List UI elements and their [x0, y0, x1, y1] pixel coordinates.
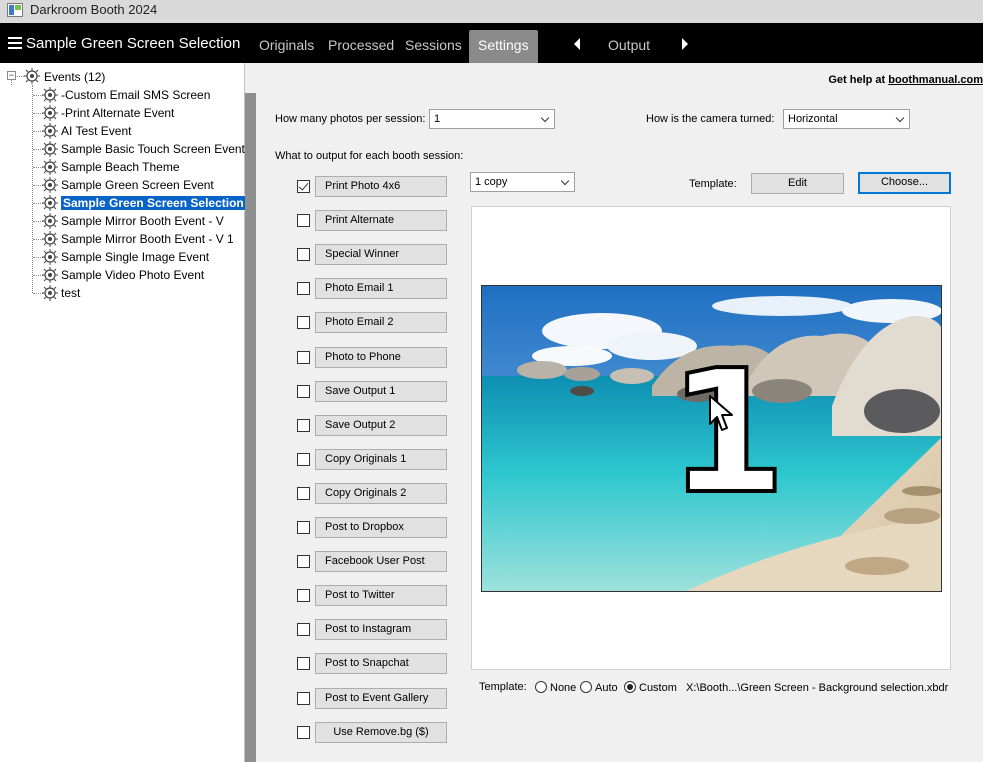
- help-strip: Get help at boothmanual.com: [245, 63, 983, 93]
- tree-event-item[interactable]: Sample Mirror Booth Event - V: [61, 212, 224, 230]
- output-settings-button[interactable]: Post to Instagram: [315, 619, 447, 641]
- output-checkbox[interactable]: [297, 691, 310, 705]
- template-auto-radio[interactable]: [580, 681, 592, 693]
- output-settings-panel: How many photos per session: 1 How is th…: [256, 93, 983, 762]
- output-checkbox[interactable]: [297, 452, 310, 466]
- output-checkbox[interactable]: [297, 555, 310, 569]
- help-link[interactable]: boothmanual.com: [888, 74, 983, 86]
- photos-per-session-label: How many photos per session:: [275, 113, 426, 125]
- copies-select[interactable]: 1 copy: [470, 172, 575, 192]
- template-auto-label: Auto: [595, 682, 618, 694]
- output-settings-button[interactable]: Special Winner: [315, 244, 447, 266]
- photos-per-session-select[interactable]: 1: [429, 109, 555, 129]
- settings-page-title: Output: [608, 37, 651, 53]
- output-checkbox[interactable]: [297, 214, 310, 228]
- tree-collapse-toggle[interactable]: −: [7, 71, 16, 80]
- template-custom-radio[interactable]: [624, 681, 636, 693]
- main-navbar: Sample Green Screen Selection Originals …: [0, 23, 983, 63]
- chevron-down-icon: [895, 113, 905, 123]
- tree-event-item[interactable]: -Print Alternate Event: [61, 104, 174, 122]
- tree-event-item[interactable]: Sample Green Screen Selection: [60, 194, 247, 212]
- output-settings-button[interactable]: Post to Event Gallery: [315, 687, 447, 709]
- template-file-path: X:\Booth...\Green Screen - Background se…: [686, 682, 949, 694]
- output-checkbox[interactable]: [297, 521, 310, 534]
- output-checkbox[interactable]: [297, 384, 310, 398]
- output-checkbox[interactable]: [297, 623, 310, 637]
- camera-orientation-select[interactable]: Horizontal: [783, 109, 910, 129]
- output-checkbox[interactable]: [297, 316, 310, 330]
- output-settings-button[interactable]: Post to Dropbox: [315, 517, 447, 538]
- chevron-down-icon: [560, 176, 570, 186]
- template-none-radio[interactable]: [535, 681, 547, 693]
- template-none-label: None: [550, 682, 577, 694]
- tree-event-item[interactable]: Sample Video Photo Event: [61, 266, 204, 284]
- camera-turned-label: How is the camera turned:: [646, 113, 775, 125]
- output-settings-button[interactable]: Save Output 1: [315, 380, 447, 402]
- output-checkbox[interactable]: [297, 725, 310, 739]
- output-settings-button[interactable]: Facebook User Post: [315, 551, 447, 573]
- output-checkbox[interactable]: [297, 350, 310, 364]
- output-checkbox[interactable]: [297, 589, 310, 603]
- tab-settings[interactable]: Settings: [469, 30, 538, 63]
- output-settings-button[interactable]: Photo Email 2: [315, 312, 447, 334]
- template-custom-label: Custom: [639, 682, 677, 694]
- tree-event-item[interactable]: Sample Single Image Event: [61, 248, 209, 266]
- tree-event-item[interactable]: Sample Mirror Booth Event - V 1: [61, 230, 234, 248]
- output-settings-button[interactable]: Save Output 2: [315, 414, 447, 436]
- tab-sessions[interactable]: Sessions: [405, 37, 462, 53]
- current-event-name: Sample Green Screen Selection: [26, 35, 241, 52]
- output-settings-button[interactable]: Copy Originals 1: [315, 448, 447, 470]
- output-checkbox[interactable]: [297, 248, 310, 262]
- output-heading: What to output for each booth session:: [275, 150, 464, 162]
- mouse-cursor-icon: [709, 395, 733, 431]
- output-settings-button[interactable]: Copy Originals 2: [315, 482, 447, 504]
- output-checkbox[interactable]: [297, 418, 310, 432]
- template-mode-label: Template:: [479, 681, 527, 693]
- output-settings-button[interactable]: Use Remove.bg ($): [315, 721, 447, 743]
- tab-processed[interactable]: Processed: [328, 37, 394, 53]
- camera-flash-icon: [24, 68, 40, 84]
- output-settings-button[interactable]: Photo to Phone: [315, 346, 447, 368]
- window-titlebar: Darkroom Booth 2024: [0, 0, 983, 23]
- output-checkbox[interactable]: [297, 486, 310, 500]
- tree-root-events[interactable]: Events (12): [44, 68, 105, 86]
- edit-template-button[interactable]: Edit: [751, 173, 844, 194]
- output-settings-button[interactable]: Print Alternate: [315, 210, 447, 232]
- tab-originals[interactable]: Originals: [259, 37, 314, 53]
- tree-event-item[interactable]: -Custom Email SMS Screen: [61, 86, 210, 104]
- output-settings-button[interactable]: Photo Email 1: [315, 278, 447, 300]
- help-text: Get help at boothmanual.com: [828, 74, 983, 86]
- app-icon: [7, 3, 23, 17]
- choose-template-button[interactable]: Choose...: [858, 172, 951, 194]
- tree-event-item[interactable]: Sample Basic Touch Screen Event: [61, 140, 245, 158]
- tree-event-item[interactable]: Sample Green Screen Event: [61, 176, 214, 194]
- output-settings-button[interactable]: Post to Snapchat: [315, 653, 447, 675]
- chevron-down-icon: [540, 113, 550, 123]
- output-settings-button[interactable]: Post to Twitter: [315, 585, 447, 607]
- tree-event-item[interactable]: test: [61, 284, 80, 302]
- next-page-arrow-icon[interactable]: [682, 38, 688, 50]
- tree-event-item[interactable]: Sample Beach Theme: [61, 158, 180, 176]
- previous-page-arrow-icon[interactable]: [574, 38, 580, 50]
- beach-background-image: 1: [481, 285, 942, 592]
- window-title: Darkroom Booth 2024: [30, 2, 158, 17]
- output-settings-button[interactable]: Print Photo 4x6: [315, 176, 447, 197]
- event-tree: − Events (12) -Custom Email SMS Screen -P…: [0, 63, 247, 762]
- template-label: Template:: [689, 178, 737, 190]
- output-checkbox[interactable]: [297, 657, 310, 671]
- template-preview: 1: [471, 206, 951, 670]
- output-checkbox[interactable]: [297, 282, 310, 296]
- output-checkbox[interactable]: [297, 180, 310, 193]
- hamburger-menu-icon[interactable]: [8, 37, 22, 49]
- tree-event-item[interactable]: AI Test Event: [61, 122, 131, 140]
